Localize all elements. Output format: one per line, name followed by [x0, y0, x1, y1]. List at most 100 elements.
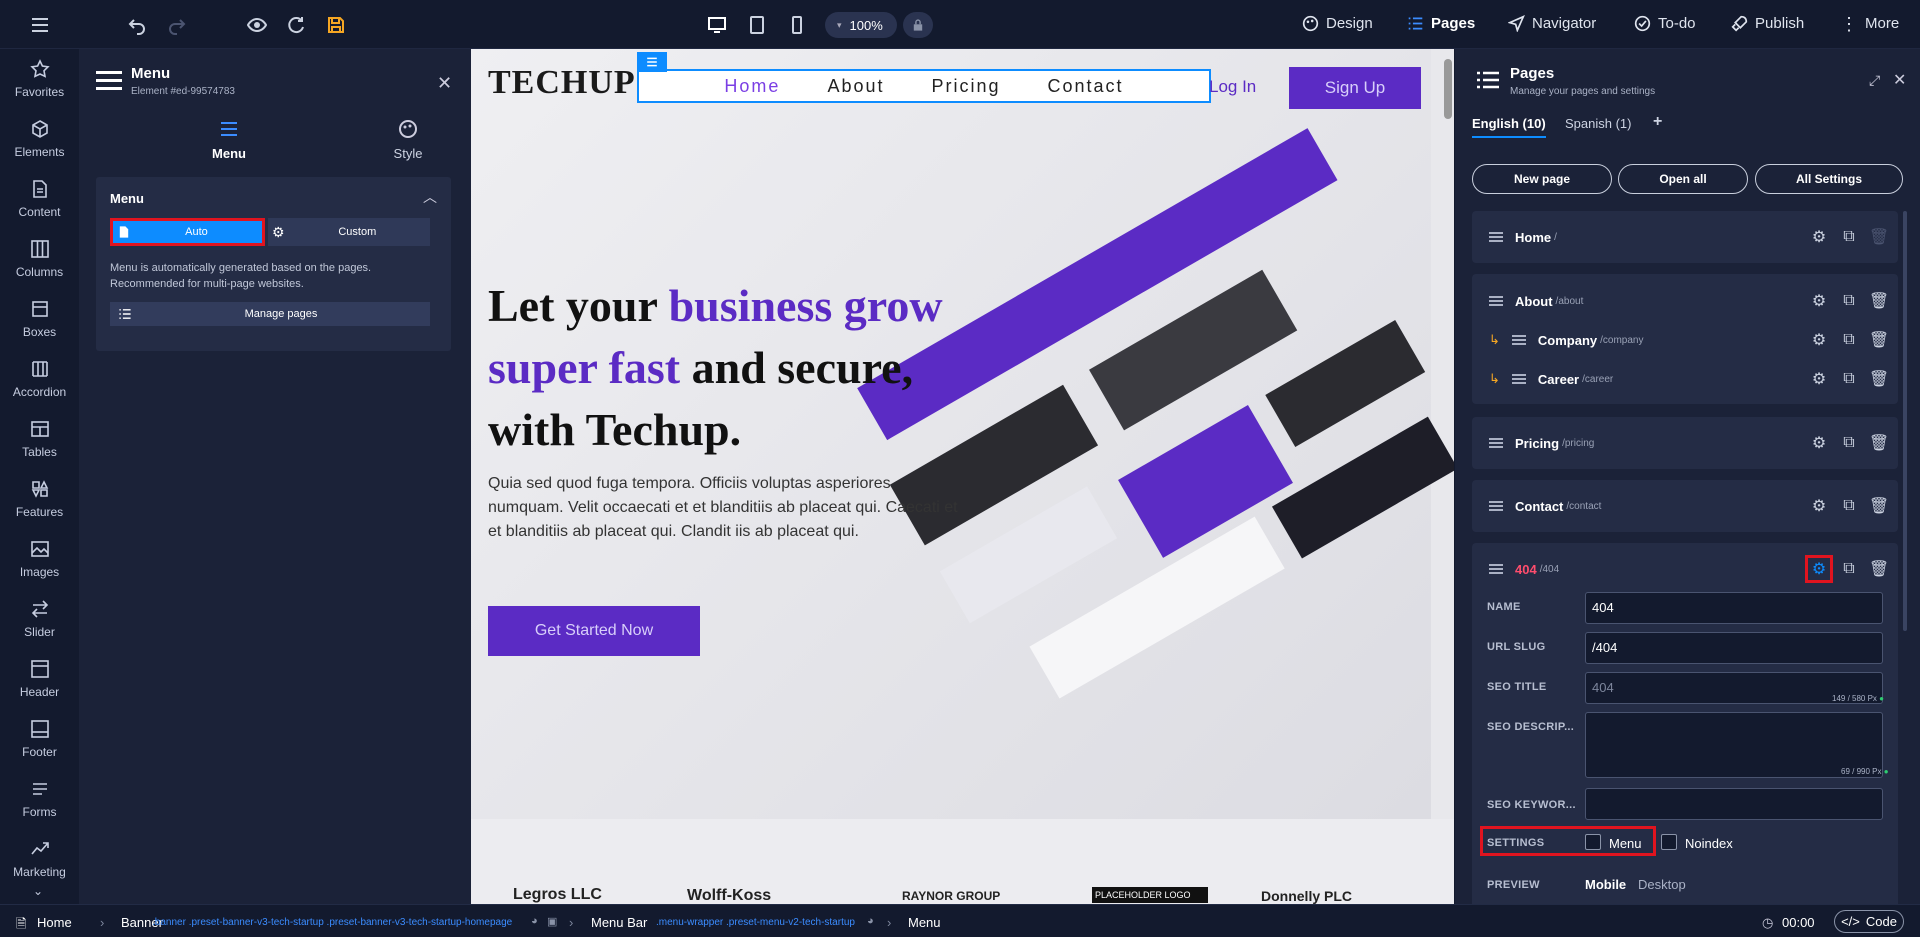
duplicate-icon[interactable]: ⧉: [1840, 331, 1858, 349]
auto-mode-button[interactable]: Auto: [110, 218, 265, 246]
nav-publish[interactable]: Publish: [1731, 15, 1804, 32]
tab-english[interactable]: English (10): [1472, 116, 1546, 138]
delete-icon[interactable]: 🗑: [1869, 434, 1889, 452]
nav-more[interactable]: ⋮ More: [1840, 15, 1899, 33]
page-card-404[interactable]: 404/404 ⚙ ⧉ 🗑 NAME 404 URL SLUG /404 SEO T…: [1472, 543, 1898, 904]
tab-spanish[interactable]: Spanish (1): [1565, 116, 1631, 131]
drag-handle-icon[interactable]: [1511, 374, 1526, 384]
sidebar-item-boxes[interactable]: Boxes: [0, 299, 79, 339]
duplicate-icon[interactable]: ⧉: [1840, 497, 1858, 515]
new-page-button[interactable]: New page: [1472, 164, 1612, 194]
sidebar-item-footer[interactable]: Footer: [0, 719, 79, 759]
delete-icon[interactable]: 🗑: [1869, 497, 1889, 515]
nav-navigator[interactable]: Navigator: [1508, 15, 1596, 32]
expand-icon[interactable]: ⤢: [1869, 72, 1880, 89]
settings-gear-icon[interactable]: ⚙: [1810, 292, 1828, 310]
page-row-career[interactable]: ↳ Career/career ⚙ ⧉ 🗑: [1472, 364, 1898, 394]
settings-gear-icon[interactable]: ⚙: [1810, 434, 1828, 452]
duplicate-icon[interactable]: ⧉: [1840, 228, 1858, 246]
code-button[interactable]: </> Code: [1834, 910, 1904, 933]
lock-icon[interactable]: [903, 12, 933, 38]
chevron-down-icon[interactable]: ⌄: [33, 884, 43, 898]
menu-checkbox[interactable]: [1585, 834, 1601, 850]
save-icon[interactable]: [323, 12, 349, 38]
page-row-pricing[interactable]: Pricing/pricing ⚙ ⧉ 🗑: [1472, 428, 1898, 458]
page-row-about[interactable]: About/about ⚙ ⧉ 🗑: [1472, 286, 1898, 316]
delete-icon[interactable]: 🗑: [1869, 331, 1889, 349]
breadcrumb-menubar[interactable]: Menu Bar: [591, 915, 647, 930]
menu-link-home[interactable]: Home: [724, 76, 780, 97]
settings-gear-icon[interactable]: ⚙: [1810, 331, 1828, 349]
zoom-select[interactable]: ▾ 100%: [825, 12, 897, 38]
delete-icon[interactable]: 🗑: [1869, 292, 1889, 310]
page-row-404[interactable]: 404/404 ⚙ ⧉ 🗑: [1472, 554, 1898, 584]
preview-mobile-tab[interactable]: Mobile: [1585, 877, 1626, 892]
delete-icon[interactable]: 🗑: [1869, 560, 1889, 578]
sidebar-item-favorites[interactable]: Favorites: [0, 59, 79, 99]
refresh-icon[interactable]: [283, 12, 309, 38]
redo-icon[interactable]: [164, 12, 190, 38]
settings-gear-icon[interactable]: ⚙: [1810, 497, 1828, 515]
open-all-button[interactable]: Open all: [1618, 164, 1748, 194]
settings-gear-icon[interactable]: ⚙: [1810, 228, 1828, 246]
page-card-pricing[interactable]: Pricing/pricing ⚙ ⧉ 🗑: [1472, 417, 1898, 469]
slug-input[interactable]: /404: [1585, 632, 1883, 664]
nav-pages[interactable]: Pages: [1407, 15, 1475, 32]
sidebar-item-images[interactable]: Images: [0, 539, 79, 579]
sidebar-item-marketing[interactable]: Marketing: [0, 839, 79, 879]
chevron-up-icon[interactable]: ︿: [423, 187, 437, 207]
add-language-button[interactable]: +: [1653, 113, 1662, 131]
name-input[interactable]: 404: [1585, 592, 1883, 624]
duplicate-icon[interactable]: ⧉: [1840, 370, 1858, 388]
sidebar-item-header[interactable]: Header: [0, 659, 79, 699]
hamburger-icon[interactable]: [27, 12, 53, 38]
menu-element-handle-icon[interactable]: [637, 52, 667, 72]
drag-handle-icon[interactable]: [1489, 232, 1503, 242]
drag-handle-icon[interactable]: [1489, 501, 1503, 511]
sidebar-item-tables[interactable]: Tables: [0, 419, 79, 459]
settings-gear-icon[interactable]: ⚙: [1805, 555, 1833, 583]
get-started-button[interactable]: Get Started Now: [488, 606, 700, 656]
sidebar-item-content[interactable]: Content: [0, 179, 79, 219]
menu-link-pricing[interactable]: Pricing: [931, 76, 1000, 97]
delete-icon[interactable]: 🗑: [1869, 370, 1889, 388]
mobile-view-icon[interactable]: [784, 12, 810, 38]
page-card-home[interactable]: Home / ⚙ ⧉ 🗑: [1472, 211, 1898, 263]
login-link[interactable]: Log In: [1209, 77, 1256, 97]
page-row-home[interactable]: Home / ⚙ ⧉ 🗑: [1472, 222, 1898, 252]
tablet-view-icon[interactable]: [744, 12, 770, 38]
menu-link-about[interactable]: About: [827, 76, 884, 97]
tab-style[interactable]: Style: [373, 119, 443, 161]
duplicate-icon[interactable]: ⧉: [1840, 292, 1858, 310]
sidebar-item-elements[interactable]: Elements: [0, 119, 79, 159]
page-canvas[interactable]: TECHUP Home About Pricing Contact Log In…: [471, 49, 1454, 904]
drag-handle-icon[interactable]: [1489, 296, 1503, 306]
all-settings-button[interactable]: All Settings: [1755, 164, 1903, 194]
sidebar-item-columns[interactable]: Columns: [0, 239, 79, 279]
site-menu[interactable]: Home About Pricing Contact: [637, 69, 1211, 103]
nav-design[interactable]: Design: [1302, 15, 1373, 32]
canvas-scrollbar[interactable]: [1444, 59, 1452, 119]
sidebar-item-features[interactable]: Features: [0, 479, 79, 519]
settings-gear-icon[interactable]: ⚙: [1810, 370, 1828, 388]
preview-desktop-tab[interactable]: Desktop: [1638, 877, 1686, 892]
site-logo[interactable]: TECHUP: [488, 64, 636, 102]
drag-handle-icon[interactable]: [1489, 438, 1503, 448]
sidebar-item-accordion[interactable]: Accordion: [0, 359, 79, 399]
close-icon[interactable]: ✕: [437, 73, 452, 94]
drag-handle-icon[interactable]: [1511, 335, 1526, 345]
page-row-company[interactable]: ↳ Company/company ⚙ ⧉ 🗑: [1472, 325, 1898, 355]
undo-icon[interactable]: [124, 12, 150, 38]
close-icon[interactable]: ✕: [1893, 70, 1906, 90]
page-card-contact[interactable]: Contact/contact ⚙ ⧉ 🗑: [1472, 480, 1898, 532]
signup-button[interactable]: Sign Up: [1289, 67, 1421, 109]
tab-menu[interactable]: Menu: [194, 119, 264, 161]
panel-scrollbar[interactable]: [1903, 211, 1907, 631]
noindex-checkbox[interactable]: [1661, 834, 1677, 850]
duplicate-icon[interactable]: ⧉: [1840, 434, 1858, 452]
sidebar-item-slider[interactable]: Slider: [0, 599, 79, 639]
preview-eye-icon[interactable]: [244, 12, 270, 38]
custom-mode-button[interactable]: ⚙ Custom: [268, 218, 430, 246]
duplicate-icon[interactable]: ⧉: [1840, 560, 1858, 578]
desktop-view-icon[interactable]: [704, 12, 730, 38]
